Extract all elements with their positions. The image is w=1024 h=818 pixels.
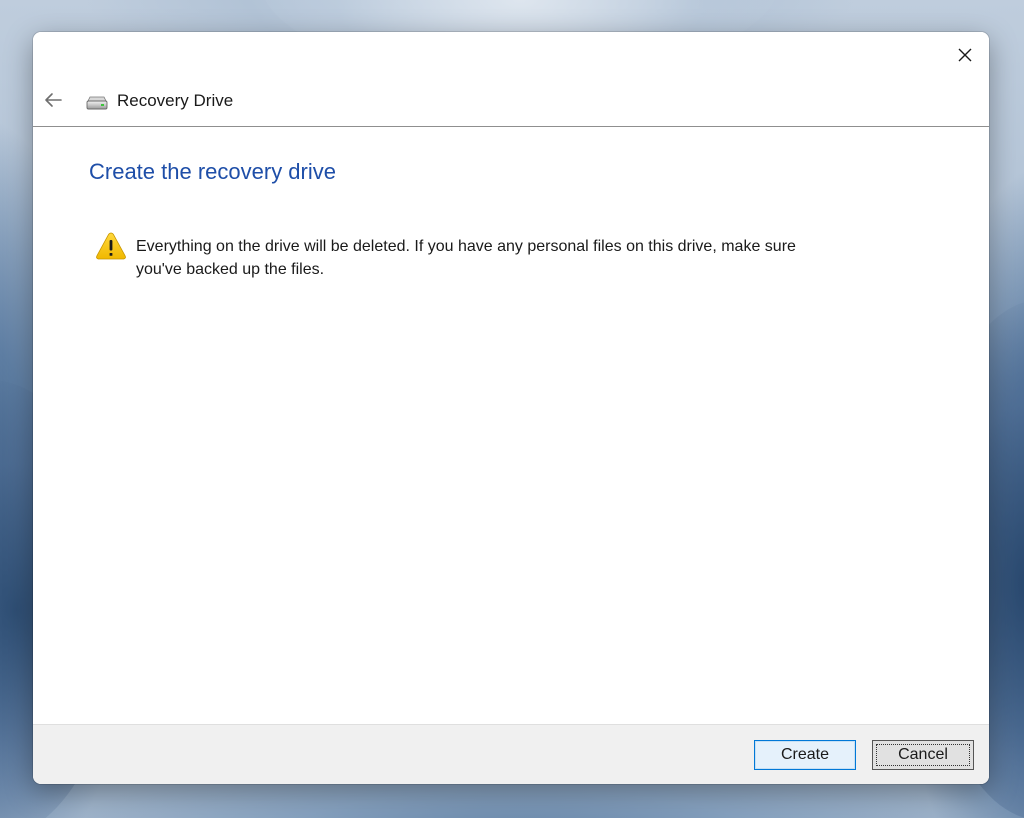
desktop-wallpaper: Recovery Drive Create the recovery drive… (0, 0, 1024, 818)
main-content: Create the recovery drive Everything on … (33, 127, 989, 724)
warning-icon (96, 232, 126, 260)
warning-message: Everything on the drive will be deleted.… (136, 238, 796, 278)
close-icon (958, 48, 972, 62)
drive-icon (86, 96, 108, 110)
back-button[interactable] (39, 86, 67, 114)
recovery-drive-window: Recovery Drive Create the recovery drive… (33, 32, 989, 784)
title-bar (33, 32, 989, 78)
close-button[interactable] (941, 32, 989, 78)
button-bar: Create Cancel (33, 724, 989, 784)
navigation-bar: Recovery Drive (33, 78, 989, 127)
cancel-button[interactable]: Cancel (872, 740, 974, 770)
create-button[interactable]: Create (754, 740, 856, 770)
window-title: Recovery Drive (117, 91, 234, 110)
back-arrow-icon (45, 93, 62, 107)
page-heading: Create the recovery drive (89, 159, 336, 184)
